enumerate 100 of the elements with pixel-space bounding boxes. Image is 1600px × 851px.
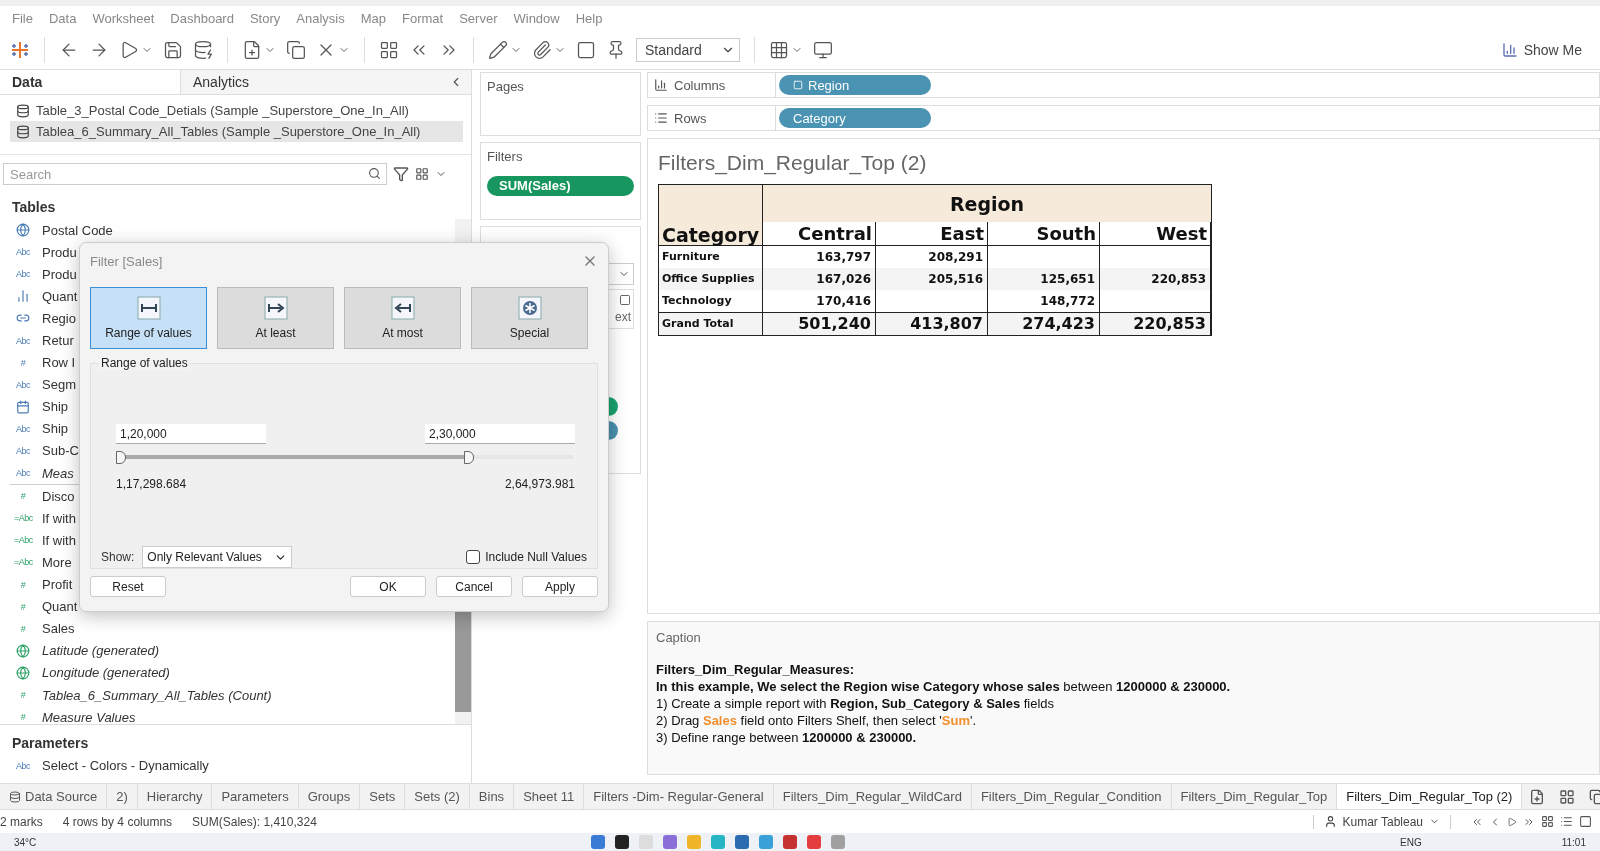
sheet-tab[interactable]: Sets [360,784,406,809]
menu-item[interactable]: Dashboard [162,11,242,26]
highlight-icon[interactable] [488,39,508,60]
field-name[interactable]: Row I [42,355,76,371]
field-name[interactable]: Tablea_6_Summary_All_Tables (Count) [42,687,272,703]
field-type-icon: # [14,712,32,723]
menu-item[interactable]: Server [451,11,506,26]
field-name[interactable]: Sales [42,621,75,637]
cards-icon[interactable] [769,39,789,60]
field-type-icon: =Abc [14,535,32,546]
filter-mode-button[interactable]: Special [471,287,588,349]
card-title: Pages [487,79,525,94]
menu-item[interactable]: Data [40,11,85,26]
search-icon[interactable] [368,167,381,180]
field-name[interactable]: Ship [42,399,69,415]
sheet-tab[interactable]: Sheet 11 [514,784,585,809]
checkbox[interactable] [466,550,481,564]
logo-icon[interactable] [10,39,30,60]
menu-item[interactable]: Format [394,11,452,26]
dialog-button[interactable]: Apply [522,576,598,597]
taskbar-app-icon[interactable] [615,835,630,849]
save-icon[interactable] [163,39,183,60]
menu-item[interactable]: Window [505,11,568,26]
sheet-tab[interactable]: Filters_Dim_Regular_WildCard [773,784,972,809]
panel-tab[interactable]: Analytics [180,70,441,94]
field-name[interactable]: Produ [42,244,77,260]
field-type-icon: # [14,601,32,612]
sheet-tab[interactable]: Filters -Dim- Regular-General [584,784,774,809]
field-name[interactable]: Quant [42,288,78,304]
field-name[interactable]: Quant [42,599,78,615]
data-source-item[interactable]: Tablea_6_Summary_All_Tables (Sample _Superstore_One_In_All) [10,121,463,142]
field-name[interactable]: Disco [42,488,75,504]
data-source-item[interactable]: Table_3_Postal Code_Detials (Sample _Superstore_One_In_All) [10,100,463,121]
checkbox-label[interactable]: Include Null Values [485,550,587,564]
dialog-button[interactable]: Reset [90,576,166,597]
field-name[interactable]: Latitude (generated) [42,643,160,659]
menu-item[interactable]: Map [352,11,394,26]
sheet-tab[interactable]: Groups [298,784,361,809]
database-icon[interactable] [16,124,30,139]
shelf-label: Rows [674,110,707,126]
dialog-button[interactable]: Cancel [436,576,512,597]
field-name[interactable]: Produ [42,266,77,282]
field-name[interactable]: Segm [42,377,76,393]
menu-item[interactable]: Analysis [288,11,353,26]
presentation-icon[interactable] [813,39,833,60]
sheet-tab[interactable]: Filters_Dim_Regular_Condition [971,784,1172,809]
show-me-button[interactable]: Show Me [1493,37,1590,62]
field-type-icon: =Abc [14,557,32,568]
show-dropdown[interactable]: Only Relevant Values [142,546,292,568]
sheet-tab[interactable]: Hierarchy [137,784,213,809]
menu-item[interactable]: File [4,11,41,26]
group-title: Range of values [99,356,190,370]
field-name[interactable]: Ship [42,421,69,437]
grid-view-icon[interactable] [1541,815,1554,828]
dialog-button[interactable]: OK [350,576,426,597]
field-name[interactable]: More [42,554,72,570]
filter-icon[interactable] [393,166,409,182]
minimum-field[interactable]: 1,20,000 [116,424,266,444]
parameter-name[interactable]: Select - Colors - Dynamically [42,758,209,774]
sheet-tab[interactable]: Filters_Dim_Regular_Top (2) [1337,784,1523,809]
field-name[interactable]: If with [42,510,76,526]
field-name[interactable]: Retur [42,333,74,348]
fit-dropdown[interactable]: Standard [636,37,740,62]
clock-text[interactable]: 11:01 [1561,836,1586,848]
filter-mode-button[interactable]: Range of values [90,287,207,349]
database-icon[interactable] [16,103,30,118]
menu-item[interactable]: Worksheet [84,11,163,26]
user-menu[interactable]: Kumar Tableau [1312,814,1451,829]
field-name[interactable]: Postal Code [42,222,113,238]
sheet-tab[interactable]: Bins [469,784,515,809]
filter-mode-button[interactable]: At most [344,287,461,349]
sheet-tab[interactable]: Data Source [0,784,108,809]
field-name[interactable]: If with [42,532,76,548]
list-view-icon[interactable] [1560,815,1573,828]
filter-mode-button[interactable]: At least [217,287,334,349]
field-name[interactable]: Measure Values [42,709,136,725]
search-field[interactable]: Search [3,163,387,185]
language-text[interactable]: ENG [1400,836,1422,848]
field-name[interactable]: Regio [42,310,76,326]
maximum-field[interactable]: 2,30,000 [425,424,575,444]
new-sheet-icon[interactable] [1529,788,1546,805]
field-type-icon: Abc [14,335,32,346]
caption-line: In this example, We select the Region wise Category whose sales between 1200000 & 230000. [656,678,1232,695]
chart-icon[interactable] [1501,41,1518,58]
sheet-tab[interactable]: 2) [107,784,138,809]
slider-handle[interactable] [116,451,126,464]
sheet-tab[interactable]: Sets (2) [405,784,470,809]
new-sheet-icon[interactable] [242,39,262,60]
field-name[interactable]: Longitude (generated) [42,665,170,681]
menu-item[interactable]: Help [567,11,611,26]
next-icon[interactable] [1507,816,1517,827]
slider-handle[interactable] [464,451,475,464]
filter-pill[interactable]: SUM(Sales) [487,176,634,196]
field-name[interactable]: Profit [42,577,73,593]
menu-item[interactable]: Story [241,11,289,26]
field-name[interactable]: Sub-C [42,443,79,459]
new-data-source-icon[interactable] [193,39,213,60]
field-name[interactable]: Meas [42,465,74,481]
sheet-tab[interactable]: Parameters [212,784,299,809]
duplicate-icon[interactable] [286,39,306,60]
